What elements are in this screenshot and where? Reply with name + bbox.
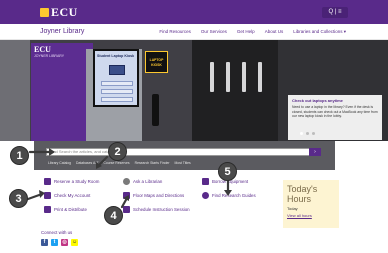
- laptop-icon: [109, 65, 125, 75]
- view-all-hours-link[interactable]: View all hours: [287, 213, 335, 218]
- search-quick-links: Library Catalog Databases A-Z Course Res…: [48, 161, 191, 165]
- search-submit-button[interactable]: ›: [309, 148, 321, 156]
- nav-find-resources[interactable]: Find Resources: [159, 29, 191, 35]
- top-bar: ECU Q | ≡: [0, 0, 388, 24]
- kiosk-screen-button: [101, 89, 133, 94]
- nav-get-help[interactable]: Get Help: [237, 29, 255, 35]
- hours-box: Today's Hours Today View all hours: [283, 180, 339, 228]
- site-nav: Joyner Library Find Resources Our Servic…: [0, 24, 388, 40]
- floor-maps-link[interactable]: Floor Maps and Directions: [123, 192, 184, 199]
- kiosk-screen-button: [101, 81, 133, 86]
- kiosk-logo: ECU: [34, 45, 51, 54]
- ecu-logo-mark-icon: [40, 8, 49, 17]
- quick-link-databases[interactable]: Databases A-Z: [76, 161, 98, 165]
- map-icon: [123, 192, 130, 199]
- schedule-instruction-link[interactable]: Schedule Instruction Session: [123, 206, 190, 213]
- schedule-icon: [123, 206, 130, 213]
- service-links: Reserve a Study Room Check My Account Pr…: [44, 177, 294, 227]
- carousel-dot[interactable]: [306, 132, 309, 135]
- link-label: Print & Distribute: [54, 207, 87, 212]
- arrow-3: [26, 192, 44, 201]
- logo-text: ECU: [51, 5, 78, 19]
- link-label: Reserve a Study Room: [54, 179, 100, 184]
- print-distribute-link[interactable]: Print & Distribute: [44, 206, 87, 213]
- link-label: Schedule Instruction Session: [133, 207, 190, 212]
- nav-about-us[interactable]: About Us: [265, 29, 284, 35]
- carousel-dot[interactable]: [312, 132, 315, 135]
- carousel-dots: [300, 132, 315, 135]
- annotation-badge-5: 5: [218, 162, 237, 181]
- reserve-study-room-link[interactable]: Reserve a Study Room: [44, 178, 99, 185]
- link-label: Check My Account: [54, 193, 91, 198]
- cabinet-handle: [226, 62, 230, 92]
- chat-icon: [123, 178, 130, 185]
- research-guides-link[interactable]: Find Research Guides: [202, 192, 256, 199]
- link-label: Ask a Librarian: [133, 179, 163, 184]
- help-icon: [202, 192, 209, 199]
- ask-librarian-link[interactable]: Ask a Librarian: [123, 178, 162, 185]
- kiosk-screen-button: [101, 97, 133, 102]
- quick-link-research-starts[interactable]: Research Starts Finder: [135, 161, 170, 165]
- cabinet-handle: [242, 62, 246, 92]
- laptop-cabinet: [192, 40, 278, 141]
- annotation-badge-1: 1: [10, 146, 29, 165]
- quick-link-catalog[interactable]: Library Catalog: [48, 161, 71, 165]
- link-label: Floor Maps and Directions: [133, 193, 185, 198]
- caption-title[interactable]: Check out laptops anytime: [292, 98, 378, 103]
- kiosk-subtitle: JOYNER LIBRARY: [34, 54, 65, 58]
- printer-icon: [44, 206, 51, 213]
- search-panel: Find Search the articles, and catalog › …: [34, 141, 335, 170]
- kiosk-panel: ECU JOYNER LIBRARY: [31, 43, 93, 141]
- annotation-badge-3: 3: [9, 189, 28, 208]
- quick-link-titles[interactable]: Most Titles: [175, 161, 191, 165]
- site-search-button[interactable]: Q | ≡: [322, 7, 348, 18]
- nav-our-services[interactable]: Our Services: [201, 29, 227, 35]
- hero-wall: [0, 40, 30, 141]
- nav-libraries-collections[interactable]: Libraries and Collections ▾: [293, 29, 346, 35]
- instagram-icon[interactable]: ◎: [61, 239, 68, 246]
- cabinet-handle: [210, 62, 214, 92]
- check-account-link[interactable]: Check My Account: [44, 192, 90, 199]
- account-icon: [44, 192, 51, 199]
- connect-label: Connect with us: [41, 230, 73, 235]
- caption-text: Need to use a laptop in the library? Eve…: [292, 105, 378, 119]
- annotation-badge-4: 4: [104, 206, 123, 225]
- hero-carousel[interactable]: ECU JOYNER LIBRARY Student Laptop Kiosk …: [0, 40, 388, 141]
- hours-today: Today: [287, 206, 298, 211]
- ecu-logo[interactable]: ECU: [40, 5, 78, 20]
- main-nav: Find Resources Our Services Get Help Abo…: [159, 29, 346, 35]
- laptop-kiosk-sticker: LAPTOP KIOSK: [145, 51, 168, 73]
- twitter-icon[interactable]: t: [51, 239, 58, 246]
- quick-link-course-reserves[interactable]: Course Reserves: [103, 161, 129, 165]
- hours-title: Today's Hours: [287, 184, 318, 204]
- cabinet-handle: [258, 62, 262, 92]
- card-slot: [152, 94, 159, 126]
- link-label: Find Research Guides: [212, 193, 256, 198]
- snapchat-icon[interactable]: ☺: [71, 239, 78, 246]
- site-title[interactable]: Joyner Library: [40, 28, 84, 35]
- kiosk-screen: Student Laptop Kiosk: [93, 49, 139, 107]
- social-links: f t ◎ ☺: [41, 239, 78, 246]
- calendar-icon: [44, 178, 51, 185]
- carousel-dot[interactable]: [300, 132, 303, 135]
- camera-icon: [202, 178, 209, 185]
- facebook-icon[interactable]: f: [41, 239, 48, 246]
- kiosk-screen-title: Student Laptop Kiosk: [97, 54, 135, 58]
- annotation-badge-2: 2: [108, 142, 127, 161]
- search-input[interactable]: Find Search the articles, and catalog: [46, 148, 316, 156]
